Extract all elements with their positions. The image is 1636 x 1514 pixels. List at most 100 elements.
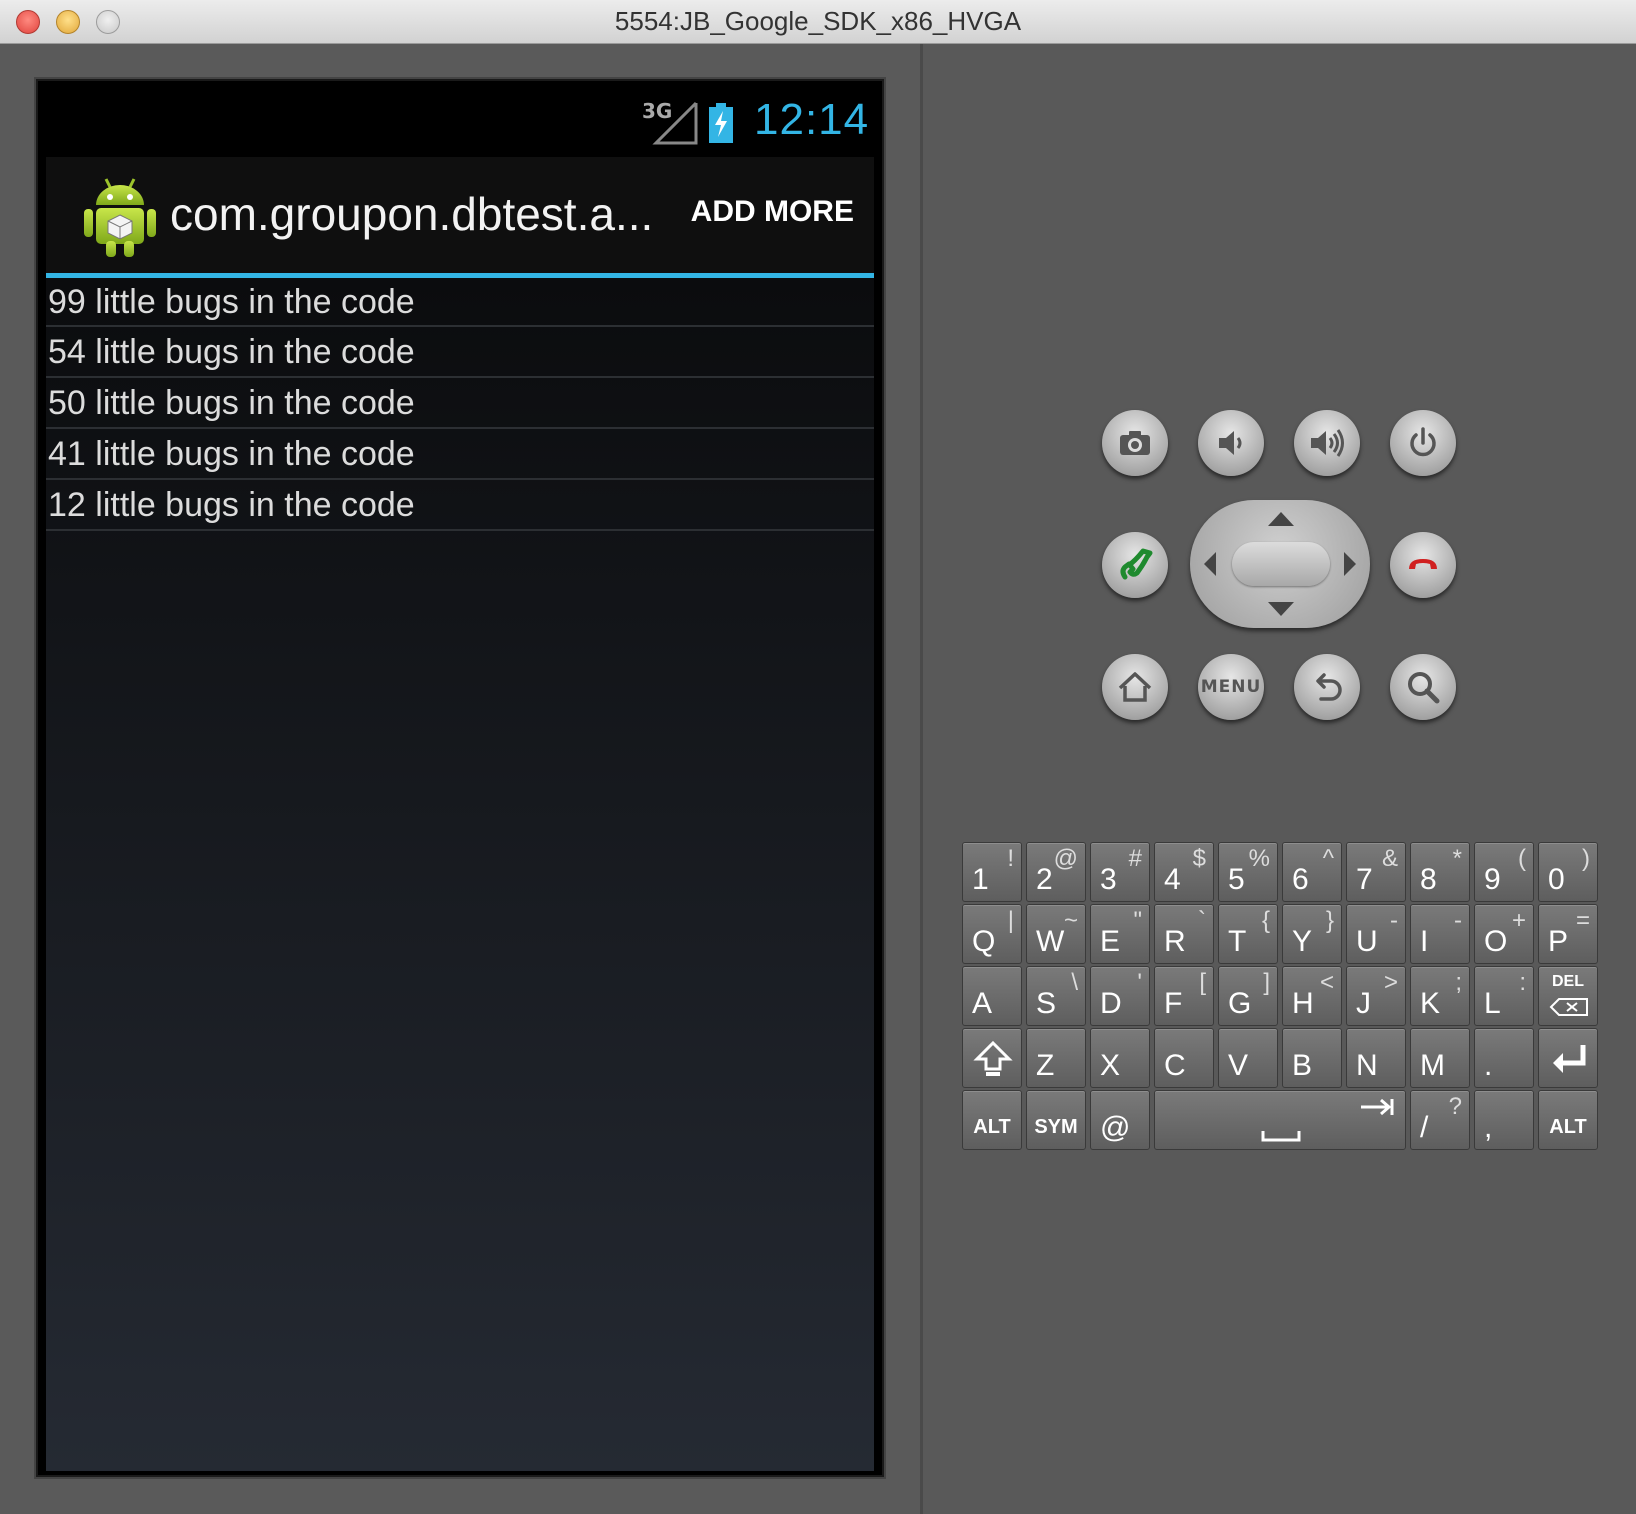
alt-right-key[interactable]: ALT (1538, 1090, 1598, 1150)
list-item[interactable]: 50 little bugs in the code (46, 378, 874, 429)
key[interactable]: X (1090, 1028, 1150, 1088)
key-label: E (1100, 925, 1121, 958)
search-button[interactable] (1390, 654, 1456, 720)
key[interactable]: H < (1282, 966, 1342, 1026)
key[interactable]: E " (1090, 904, 1150, 964)
key-label: Q (972, 925, 996, 958)
key-label: 6 (1292, 863, 1309, 896)
key[interactable]: J > (1346, 966, 1406, 1026)
key[interactable]: 5% (1218, 842, 1278, 902)
sym-key[interactable]: SYM (1026, 1090, 1086, 1150)
key-label: K (1420, 987, 1441, 1020)
key[interactable]: G] (1218, 966, 1278, 1026)
key[interactable]: 7 & (1346, 842, 1406, 902)
key[interactable]: F[ (1154, 966, 1214, 1026)
dpad-left-icon[interactable] (1204, 552, 1216, 576)
backspace-icon (1549, 998, 1588, 1016)
key[interactable]: 8 * (1410, 842, 1470, 902)
dpad[interactable] (1190, 500, 1370, 628)
home-icon (1118, 672, 1152, 702)
add-more-button[interactable]: ADD MORE (691, 195, 854, 229)
key[interactable]: V (1218, 1028, 1278, 1088)
power-icon (1410, 427, 1436, 457)
dpad-center-button[interactable] (1232, 542, 1330, 586)
key-label: 9 (1484, 863, 1501, 896)
list-item[interactable]: 12 little bugs in the code (46, 480, 874, 531)
key-alt-label: % (1248, 845, 1270, 872)
key-label: Y (1292, 925, 1313, 958)
key[interactable]: Q | (962, 904, 1022, 964)
call-button[interactable] (1102, 532, 1168, 598)
key-label: A (972, 987, 993, 1020)
volume-down-button[interactable] (1198, 410, 1264, 476)
key[interactable]: 4 $ (1154, 842, 1214, 902)
camera-icon (1120, 431, 1150, 455)
key[interactable]: S \ (1026, 966, 1086, 1026)
key[interactable]: Z (1026, 1028, 1086, 1088)
key-label: N (1356, 1049, 1378, 1082)
status-bar: 3G 12:14 (38, 81, 882, 157)
key[interactable]: Y} (1282, 904, 1342, 964)
key[interactable]: K; (1410, 966, 1470, 1026)
camera-button[interactable] (1102, 410, 1168, 476)
at-key[interactable]: @ (1090, 1090, 1150, 1150)
key[interactable]: R ` (1154, 904, 1214, 964)
key[interactable]: 3 # (1090, 842, 1150, 902)
shift-key[interactable] (962, 1028, 1022, 1088)
key[interactable]: P = (1538, 904, 1598, 964)
home-button[interactable] (1102, 654, 1168, 720)
volume-up-icon (1311, 429, 1344, 457)
key[interactable]: B (1282, 1028, 1342, 1088)
end-call-button[interactable] (1390, 532, 1456, 598)
alt-left-key[interactable]: ALT (962, 1090, 1022, 1150)
key-alt-label: $ (1192, 845, 1206, 872)
key-label: H (1292, 987, 1314, 1020)
key-label: O (1484, 925, 1508, 958)
dpad-right-icon[interactable] (1344, 552, 1356, 576)
key-label: 0 (1548, 863, 1565, 896)
key-alt-label: : (1519, 969, 1526, 996)
key-label: M (1420, 1049, 1445, 1082)
window-titlebar: 5554:JB_Google_SDK_x86_HVGA (0, 0, 1636, 44)
key[interactable]: 6 ^ (1282, 842, 1342, 902)
delete-key[interactable]: DEL (1538, 966, 1598, 1026)
menu-button[interactable]: MENU (1198, 654, 1264, 720)
power-button[interactable] (1390, 410, 1456, 476)
comma-key[interactable]: , (1474, 1090, 1534, 1150)
comma-key-label: , (1484, 1111, 1493, 1144)
list-item[interactable]: 99 little bugs in the code (46, 278, 874, 327)
key-label: Z (1036, 1049, 1055, 1082)
key[interactable]: M (1410, 1028, 1470, 1088)
key[interactable]: D ' (1090, 966, 1150, 1026)
keyboard-row-zxcv: Z X C V B N M. (962, 1028, 1602, 1088)
key-label: 2 (1036, 863, 1053, 896)
key[interactable]: L: (1474, 966, 1534, 1026)
key-label: S (1036, 987, 1057, 1020)
back-button[interactable] (1294, 654, 1360, 720)
list-item[interactable]: 54 little bugs in the code (46, 327, 874, 378)
at-key-label: @ (1100, 1111, 1131, 1144)
volume-up-button[interactable] (1294, 410, 1360, 476)
key[interactable]: A (962, 966, 1022, 1026)
call-icon (1120, 548, 1153, 580)
key[interactable]: W ~ (1026, 904, 1086, 964)
dpad-up-icon[interactable] (1268, 512, 1294, 526)
key[interactable]: 0) (1538, 842, 1598, 902)
key-label: B (1292, 1049, 1313, 1082)
key[interactable]: 9( (1474, 842, 1534, 902)
key[interactable]: 1! (962, 842, 1022, 902)
key[interactable]: C (1154, 1028, 1214, 1088)
slash-key[interactable]: / ? (1410, 1090, 1470, 1150)
space-key[interactable] (1154, 1090, 1406, 1150)
list-item[interactable]: 41 little bugs in the code (46, 429, 874, 480)
key[interactable]: T{ (1218, 904, 1278, 964)
key[interactable]: . (1474, 1028, 1534, 1088)
key[interactable]: N (1346, 1028, 1406, 1088)
dpad-down-icon[interactable] (1268, 602, 1294, 616)
key[interactable]: I- (1410, 904, 1470, 964)
key[interactable]: 2 @ (1026, 842, 1086, 902)
key[interactable]: O + (1474, 904, 1534, 964)
question-key-label: ? (1448, 1093, 1462, 1120)
key[interactable]: U- (1346, 904, 1406, 964)
enter-key[interactable] (1538, 1028, 1598, 1088)
